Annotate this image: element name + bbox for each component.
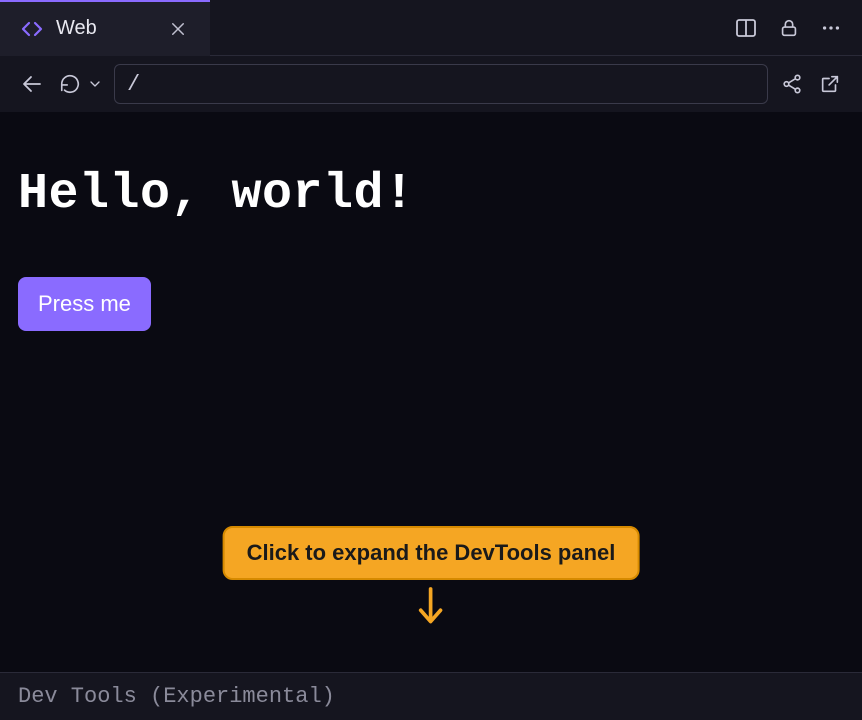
devtools-panel-toggle[interactable]: Dev Tools (Experimental) <box>0 672 862 720</box>
tab-web[interactable]: Web <box>0 0 210 56</box>
more-icon[interactable] <box>820 17 842 39</box>
titlebar-actions <box>734 16 862 40</box>
hint-callout: Click to expand the DevTools panel <box>223 526 640 626</box>
chevron-down-icon[interactable] <box>86 70 104 98</box>
lock-icon[interactable] <box>778 17 800 39</box>
close-icon[interactable] <box>166 17 190 41</box>
reload-group <box>56 70 104 98</box>
back-button[interactable] <box>18 70 46 98</box>
reload-button[interactable] <box>56 70 84 98</box>
page-heading: Hello, world! <box>18 166 844 223</box>
arrow-down-icon <box>414 586 448 626</box>
titlebar: Web <box>0 0 862 56</box>
panel-layout-icon[interactable] <box>734 16 758 40</box>
url-input[interactable]: / <box>114 64 768 104</box>
toolbar: / <box>0 56 862 112</box>
press-me-button[interactable]: Press me <box>18 277 151 331</box>
tab-label: Web <box>56 17 154 40</box>
code-icon <box>20 17 44 41</box>
devtools-label: Dev Tools (Experimental) <box>18 684 335 709</box>
share-icon[interactable] <box>778 70 806 98</box>
url-value: / <box>127 72 140 97</box>
open-external-icon[interactable] <box>816 70 844 98</box>
hint-text: Click to expand the DevTools panel <box>223 526 640 580</box>
